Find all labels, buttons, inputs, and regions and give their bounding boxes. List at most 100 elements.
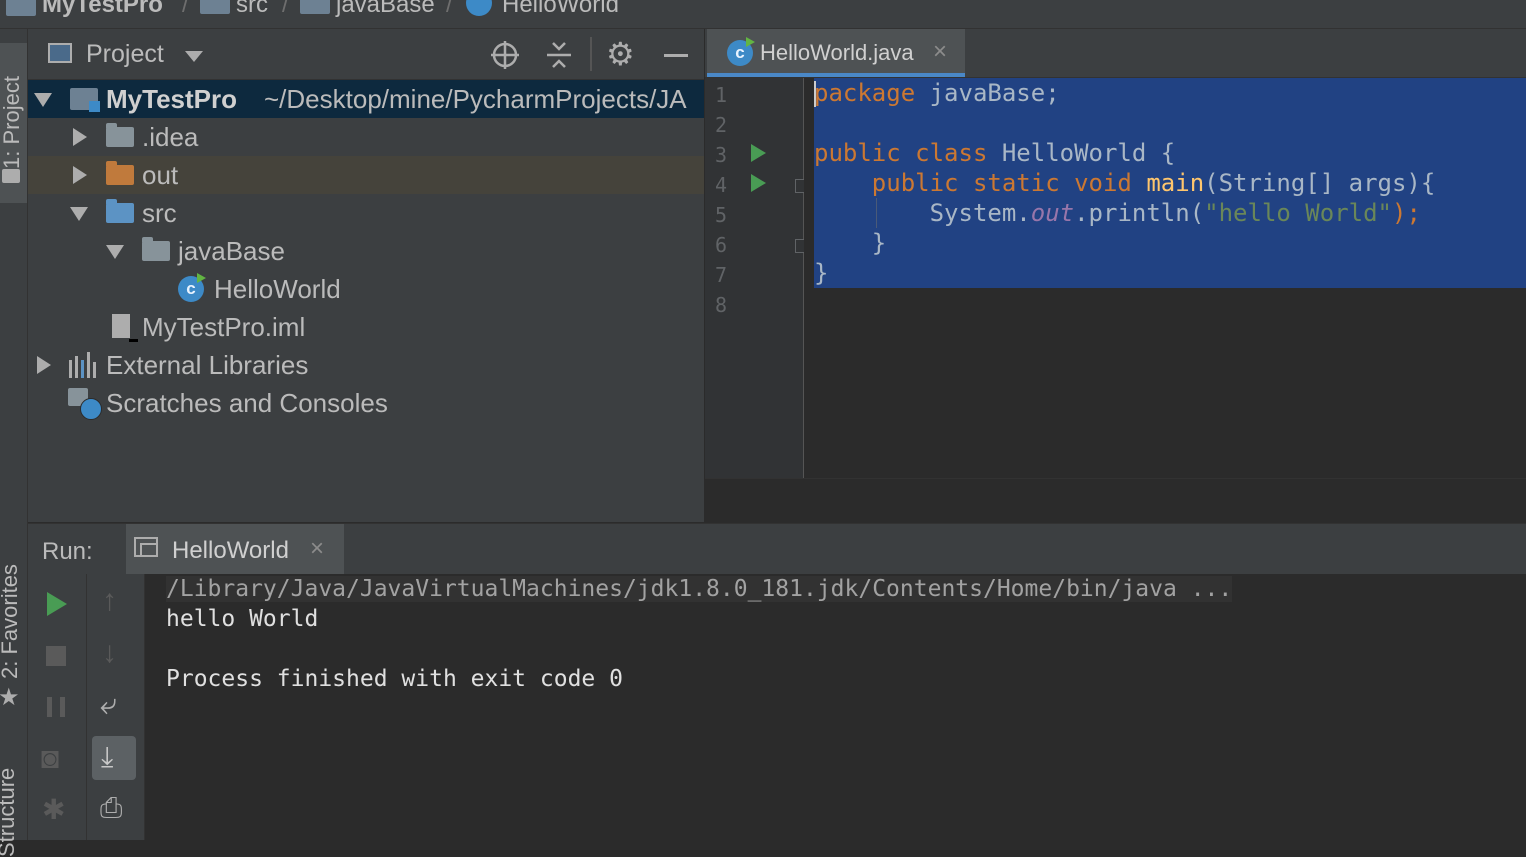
settings-icon[interactable]: ✱: [42, 796, 65, 824]
gear-icon[interactable]: ⚙: [606, 38, 635, 70]
breadcrumb-item-package[interactable]: javaBase: [336, 0, 435, 19]
editor-tab-label: HelloWorld.java: [760, 40, 914, 65]
excluded-folder-icon: [106, 161, 134, 185]
folder-icon: [2, 169, 20, 183]
line-number: 7: [715, 263, 728, 287]
breadcrumb: MyTestPro / src / javaBase / HelloWorld: [0, 0, 1526, 29]
pause-icon[interactable]: [47, 697, 65, 717]
chevron-down-icon[interactable]: [185, 51, 203, 62]
editor-gutter: 1 2 3 4 5 6 7 8: [705, 78, 807, 478]
left-tool-strip: 1: Project 2: Favorites ★ Structure: [0, 29, 28, 857]
project-folder-icon: [6, 0, 36, 16]
soft-wrap-icon[interactable]: ⤶: [100, 690, 117, 720]
code-line-4: public static void main(String[] args){: [871, 169, 1436, 197]
tree-row-helloworld[interactable]: c HelloWorld: [28, 270, 704, 308]
source-folder-icon: [106, 199, 134, 223]
arrow-down-icon[interactable]: ↓: [102, 638, 117, 668]
run-gutter-icon[interactable]: [751, 144, 766, 162]
code-line-6: }: [814, 229, 887, 257]
code-line-3: public class HelloWorld {: [814, 139, 1176, 167]
tree-row-external-libraries[interactable]: External Libraries: [28, 346, 704, 384]
expand-arrow-icon[interactable]: [106, 245, 124, 259]
tree-path: ~/Desktop/mine/PycharmProjects/JA: [264, 84, 687, 114]
stop-icon[interactable]: [46, 646, 66, 666]
module-folder-icon: [70, 88, 100, 112]
tree-label: MyTestPro.iml: [142, 312, 306, 342]
java-class-icon: c: [178, 273, 206, 302]
editor-tab-bar: c HelloWorld.java ×: [705, 29, 1526, 78]
java-class-icon: c: [727, 37, 755, 66]
console-line-command: /Library/Java/JavaVirtualMachines/jdk1.8…: [166, 576, 1233, 602]
collapse-all-icon[interactable]: [544, 40, 574, 70]
code-line-5: System.out.println("hello World");: [929, 199, 1421, 227]
code-line-1: package javaBase;: [814, 79, 1060, 107]
tree-row-iml[interactable]: MyTestPro.iml: [28, 308, 704, 346]
breadcrumb-item-class[interactable]: HelloWorld: [502, 0, 619, 19]
clock-icon: [80, 398, 102, 420]
tree-label: External Libraries: [106, 350, 309, 380]
tree-row-idea[interactable]: .idea: [28, 118, 704, 156]
tree-row-javabase[interactable]: javaBase: [28, 232, 704, 270]
java-class-icon: [466, 0, 492, 16]
breadcrumb-separator: /: [182, 0, 189, 18]
arrow-up-icon[interactable]: ↑: [102, 586, 117, 616]
tree-row-src[interactable]: src: [28, 194, 704, 232]
project-panel-header: Project ⚙: [28, 29, 704, 80]
print-icon[interactable]: ⎙: [100, 794, 122, 822]
tree-row-out[interactable]: out: [28, 156, 704, 194]
camera-icon[interactable]: ◙: [41, 744, 59, 774]
breadcrumb-item-src[interactable]: src: [236, 0, 268, 19]
package-icon: [300, 0, 330, 14]
close-icon[interactable]: ×: [933, 38, 947, 66]
project-panel: Project ⚙ MyTestPro ~/Desktop/mine/Pycha…: [28, 29, 704, 522]
tree-label: .idea: [142, 122, 199, 152]
tree-row-project-root[interactable]: MyTestPro ~/Desktop/mine/PycharmProjects…: [28, 80, 704, 118]
rerun-icon[interactable]: [47, 592, 67, 616]
breadcrumb-item-project[interactable]: MyTestPro: [42, 0, 163, 19]
iml-file-icon: [112, 314, 138, 342]
console-line-exit: Process finished with exit code 0: [166, 666, 623, 692]
minimize-icon[interactable]: [664, 54, 688, 57]
console-window-icon: [134, 537, 158, 557]
run-tab-helloworld[interactable]: HelloWorld ×: [126, 524, 344, 574]
line-number: 6: [715, 233, 728, 257]
expand-arrow-icon[interactable]: [34, 93, 52, 107]
run-gutter-icon[interactable]: [751, 174, 766, 192]
run-tab-label: HelloWorld: [172, 537, 289, 564]
library-icon: [69, 352, 96, 378]
expand-arrow-icon[interactable]: [73, 166, 87, 184]
target-icon[interactable]: [490, 40, 520, 70]
code-editor[interactable]: package javaBase; public class HelloWorl…: [804, 78, 1526, 478]
project-view-title[interactable]: Project: [86, 40, 164, 69]
line-number: 1: [715, 83, 728, 107]
editor-tab-helloworld[interactable]: c HelloWorld.java ×: [707, 29, 965, 77]
tree-label: src: [142, 198, 177, 228]
scroll-to-end-button[interactable]: ⤓: [92, 736, 136, 780]
run-panel-header: Run: HelloWorld ×: [28, 523, 1526, 575]
line-number: 4: [715, 173, 728, 197]
strip-tab-structure[interactable]: Structure: [0, 768, 20, 857]
folder-icon: [200, 0, 230, 14]
project-tool-tab[interactable]: 1: Project: [0, 43, 27, 203]
line-number: 8: [715, 293, 728, 317]
breadcrumb-separator: /: [282, 0, 289, 18]
run-toolbar: ◙ ✱ ↑ ↓ ⤶ ⤓ ⎙: [28, 574, 145, 840]
divider: [86, 574, 87, 840]
console-output[interactable]: /Library/Java/JavaVirtualMachines/jdk1.8…: [145, 574, 1526, 840]
editor-bottom-area: [705, 478, 1526, 523]
expand-arrow-icon[interactable]: [37, 356, 51, 374]
expand-arrow-icon[interactable]: [73, 128, 87, 146]
project-view-icon: [48, 43, 72, 63]
breadcrumb-separator: /: [446, 0, 453, 18]
close-icon[interactable]: ×: [310, 535, 324, 563]
tree-label: MyTestPro: [106, 84, 237, 114]
strip-tab-favorites[interactable]: 2: Favorites: [0, 564, 23, 679]
tree-label: javaBase: [178, 236, 285, 266]
star-icon: ★: [0, 684, 20, 711]
tree-row-scratches[interactable]: Scratches and Consoles: [28, 384, 704, 422]
run-label: Run:: [42, 538, 93, 565]
expand-arrow-icon[interactable]: [70, 207, 88, 221]
tree-label: HelloWorld: [214, 274, 341, 304]
divider: [590, 37, 592, 71]
tree-label: Scratches and Consoles: [106, 388, 388, 418]
